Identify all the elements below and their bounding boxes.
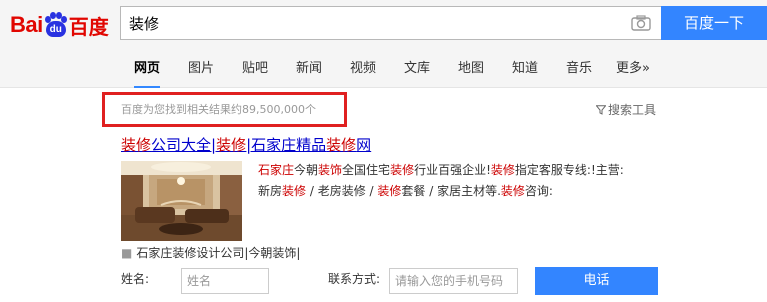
tab-wenku[interactable]: 文库 <box>404 52 430 88</box>
name-field[interactable]: 姓名 <box>181 268 269 294</box>
desc-keyword: 装饰 <box>318 163 343 177</box>
desc-line-2: 新房装修 / 老房装修 / 装修套餐 / 家居主材等.装修咨询: <box>258 181 668 202</box>
search-tools-button[interactable]: 搜索工具 <box>596 101 656 118</box>
result-thumbnail-image[interactable] <box>121 161 242 241</box>
desc-text: 套餐 / 家居主材等. <box>401 184 501 198</box>
search-tools-label: 搜索工具 <box>608 103 657 117</box>
header: Bai du 百度 百度一下 <box>0 0 767 52</box>
funnel-icon <box>596 105 606 115</box>
sub-link-label: 石家庄装修设计公司|今朝装饰| <box>136 246 301 260</box>
title-keyword: 装修 <box>121 136 152 154</box>
title-text: 网 <box>356 136 372 154</box>
desc-text: 咨询: <box>524 184 553 198</box>
title-keyword: 装修 <box>216 136 247 154</box>
tab-music[interactable]: 音乐 <box>566 52 592 88</box>
result-description: 石家庄今朝装饰全国住宅装修行业百强企业!装修指定客服专线:!主营: 新房装修 /… <box>258 160 668 202</box>
desc-text: 行业百强企业! <box>414 163 491 177</box>
title-keyword: 装修 <box>326 136 357 154</box>
desc-text: 今朝 <box>294 163 319 177</box>
result-count: 百度为您找到相关结果约89,500,000个 <box>121 103 316 116</box>
bullet-icon: ■ <box>121 246 133 260</box>
desc-keyword: 装修 <box>282 184 307 198</box>
desc-text: 全国住宅 <box>342 163 391 177</box>
result-title-link[interactable]: 装修公司大全|装修|石家庄精品装修网 <box>121 134 371 155</box>
desc-keyword: 石家庄 <box>258 163 295 177</box>
desc-keyword: 装修 <box>377 184 402 198</box>
search-box <box>120 6 662 40</box>
desc-text: 新房 <box>258 184 283 198</box>
sub-link[interactable]: ■ 石家庄装修设计公司|今朝装饰| <box>121 244 300 261</box>
desc-keyword: 装修 <box>390 163 415 177</box>
desc-text: 指定客服专线:!主营: <box>514 163 624 177</box>
desc-line-1: 石家庄今朝装饰全国住宅装修行业百强企业!装修指定客服专线:!主营: <box>258 160 668 181</box>
desc-keyword: 装修 <box>500 184 525 198</box>
title-text: |石家庄精品 <box>246 136 327 154</box>
vertical-tabs: 网页 图片 贴吧 新闻 视频 文库 地图 知道 音乐 更多» <box>0 52 767 88</box>
tab-map[interactable]: 地图 <box>458 52 484 88</box>
desc-keyword: 装修 <box>490 163 515 177</box>
tab-images[interactable]: 图片 <box>188 52 214 88</box>
search-button[interactable]: 百度一下 <box>661 6 767 40</box>
tab-more[interactable]: 更多» <box>616 52 650 88</box>
camera-icon[interactable] <box>631 15 651 31</box>
tab-tieba[interactable]: 贴吧 <box>242 52 268 88</box>
tab-news[interactable]: 新闻 <box>296 52 322 88</box>
title-text: 公司大全| <box>151 136 217 154</box>
logo-text-bai: Bai <box>10 12 43 37</box>
tab-web[interactable]: 网页 <box>134 52 161 88</box>
logo-text-baidu: 百度 <box>68 14 109 39</box>
paw-icon: du <box>44 12 68 38</box>
phone-label: 联系方式: <box>328 272 381 286</box>
phone-field[interactable]: 请输入您的手机号码 <box>389 268 518 294</box>
call-button[interactable]: 电话 <box>535 267 658 295</box>
baidu-logo[interactable]: Bai du 百度 <box>10 8 109 42</box>
tab-video[interactable]: 视频 <box>350 52 376 88</box>
search-input[interactable] <box>129 7 619 39</box>
tab-zhidao[interactable]: 知道 <box>512 52 538 88</box>
desc-text: / 老房装修 / <box>306 184 378 198</box>
name-label: 姓名: <box>121 272 150 286</box>
